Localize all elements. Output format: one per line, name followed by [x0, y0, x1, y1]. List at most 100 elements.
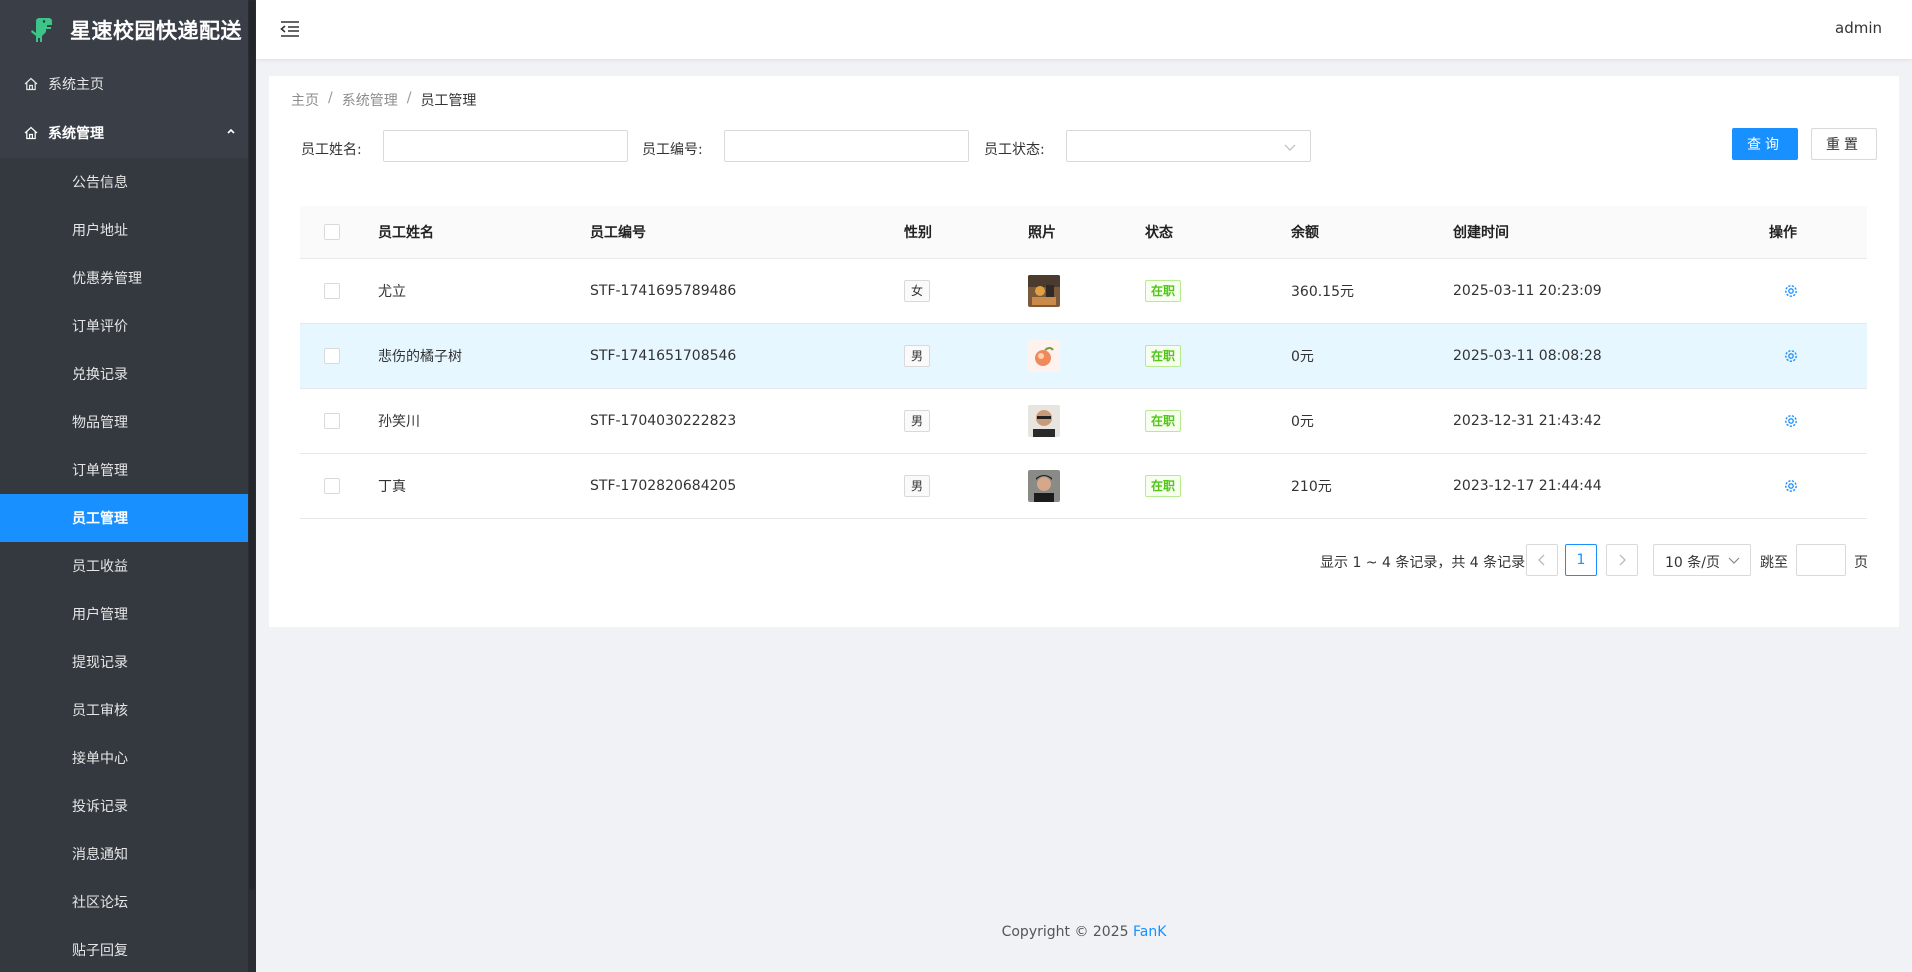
sidebar-item-label: 优惠券管理	[72, 271, 142, 287]
select-all-checkbox[interactable]	[324, 224, 340, 240]
sidebar-item-label: 用户管理	[72, 607, 128, 623]
next-page-button[interactable]	[1606, 544, 1638, 576]
sidebar: 星速校园快递配送 系统主页 系统管理 公告信息 用户地址 优惠券管理 订单评价 …	[0, 0, 256, 972]
pagination: 显示 1 ~ 4 条记录，共 4 条记录 1 10 条/页 跳至 页	[1050, 544, 1888, 576]
sidebar-item-order-center[interactable]: 接单中心	[0, 734, 248, 782]
sidebar-item-staff[interactable]: 员工管理	[0, 494, 248, 542]
home-icon	[24, 126, 38, 140]
table-row[interactable]: 尤立 STF-1741695789486 女 在职 360.15元 2025-0…	[300, 259, 1867, 324]
sidebar-item-label: 员工管理	[72, 511, 128, 527]
col-action: 操作	[1769, 225, 1797, 241]
created-time: 2023-12-17 21:44:44	[1453, 478, 1602, 494]
sidebar-item-withdraw[interactable]: 提现记录	[0, 638, 248, 686]
jump-label: 跳至	[1760, 555, 1788, 571]
query-button[interactable]: 查询	[1732, 128, 1798, 160]
staff-name: 孙笑川	[378, 414, 420, 430]
gear-icon[interactable]	[1783, 348, 1799, 364]
home-icon	[24, 77, 38, 91]
sidebar-item-notifications[interactable]: 消息通知	[0, 830, 248, 878]
search-form: 员工姓名: 员工编号: 员工状态:	[301, 130, 1881, 164]
row-checkbox[interactable]	[324, 283, 340, 299]
status-badge: 在职	[1145, 345, 1182, 367]
staff-photo[interactable]	[1028, 470, 1060, 502]
staff-name: 丁真	[378, 479, 406, 495]
sidebar-item-staff-income[interactable]: 员工收益	[0, 542, 248, 590]
sidebar-item-announcement[interactable]: 公告信息	[0, 158, 248, 206]
sidebar-item-complaints[interactable]: 投诉记录	[0, 782, 248, 830]
staff-code: STF-1704030222823	[590, 413, 737, 429]
prev-page-button[interactable]	[1526, 544, 1558, 576]
reset-button[interactable]: 重置	[1811, 128, 1877, 160]
staff-code-label: 员工编号:	[642, 142, 703, 158]
breadcrumb-separator: /	[406, 90, 412, 106]
row-checkbox[interactable]	[324, 348, 340, 364]
gender-tag: 男	[904, 475, 931, 497]
breadcrumb-home[interactable]: 主页	[291, 90, 319, 110]
status-badge: 在职	[1145, 280, 1182, 302]
sidebar-item-staff-review[interactable]: 员工审核	[0, 686, 248, 734]
sidebar-item-goods[interactable]: 物品管理	[0, 398, 248, 446]
gear-icon[interactable]	[1783, 413, 1799, 429]
breadcrumb-current: 员工管理	[420, 93, 477, 109]
table-row[interactable]: 悲伤的橘子树 STF-1741651708546 男 在职 0元 2025-03…	[300, 324, 1867, 389]
staff-code: STF-1741695789486	[590, 283, 737, 299]
staff-photo[interactable]	[1028, 340, 1060, 372]
sidebar-item-users[interactable]: 用户管理	[0, 590, 248, 638]
sidebar-item-label: 贴子回复	[72, 943, 128, 959]
sidebar-item-user-address[interactable]: 用户地址	[0, 206, 248, 254]
staff-code-input[interactable]	[724, 130, 969, 162]
staff-status-select[interactable]	[1066, 130, 1311, 162]
gender-tag: 男	[904, 410, 931, 432]
staff-photo[interactable]	[1028, 405, 1060, 437]
staff-name-input[interactable]	[383, 130, 628, 162]
chevron-left-icon	[1538, 554, 1545, 566]
chevron-up-icon	[227, 128, 235, 134]
sidebar-item-forum[interactable]: 社区论坛	[0, 878, 248, 926]
sidebar-item-post-replies[interactable]: 贴子回复	[0, 926, 248, 972]
menu-fold-icon[interactable]	[280, 20, 300, 38]
sidebar-item-orders[interactable]: 订单管理	[0, 446, 248, 494]
table-row[interactable]: 孙笑川 STF-1704030222823 男 在职 0元 2023-12-31…	[300, 389, 1867, 454]
col-photo: 照片	[1028, 225, 1056, 241]
footer: Copyright © 2025 FanK	[256, 924, 1912, 940]
sidebar-item-label: 兑换记录	[72, 367, 128, 383]
gear-icon[interactable]	[1783, 478, 1799, 494]
footer-brand-link[interactable]: FanK	[1133, 924, 1166, 940]
jump-page-input[interactable]	[1796, 544, 1846, 576]
chevron-down-icon	[1728, 557, 1740, 564]
breadcrumb-parent[interactable]: 系统管理	[342, 90, 398, 110]
page-size-select[interactable]: 10 条/页	[1653, 544, 1751, 576]
sidebar-group-system[interactable]: 系统管理	[0, 108, 256, 158]
sidebar-item-label: 用户地址	[72, 223, 128, 239]
current-user[interactable]: admin	[1835, 19, 1882, 37]
gender-tag: 女	[904, 280, 931, 302]
sidebar-item-order-review[interactable]: 订单评价	[0, 302, 248, 350]
gear-icon[interactable]	[1783, 283, 1799, 299]
row-checkbox[interactable]	[324, 413, 340, 429]
sidebar-scrollbar[interactable]	[248, 0, 256, 972]
sidebar-scroll-thumb[interactable]	[249, 0, 255, 890]
sidebar-item-label: 消息通知	[72, 847, 128, 863]
staff-photo[interactable]	[1028, 275, 1060, 307]
breadcrumb-separator: /	[328, 90, 333, 106]
row-checkbox[interactable]	[324, 478, 340, 494]
sidebar-item-label: 接单中心	[72, 751, 128, 767]
col-balance: 余额	[1291, 225, 1319, 241]
page-size-value: 10 条/页	[1665, 555, 1720, 571]
col-gender: 性别	[904, 225, 932, 241]
jump-suffix: 页	[1854, 555, 1868, 571]
sidebar-item-label: 提现记录	[72, 655, 128, 671]
sidebar-item-label: 员工审核	[72, 703, 128, 719]
breadcrumb: 主页 / 系统管理 / 员工管理	[291, 90, 476, 110]
page-number[interactable]: 1	[1565, 544, 1597, 576]
table-row[interactable]: 丁真 STF-1702820684205 男 在职 210元 2023-12-1…	[300, 454, 1867, 519]
table-header: 员工姓名 员工编号 性别 照片 状态 余额 创建时间 操作	[300, 206, 1867, 259]
created-time: 2025-03-11 08:08:28	[1453, 348, 1602, 364]
top-header: admin	[256, 0, 1912, 59]
status-badge: 在职	[1145, 410, 1182, 432]
sidebar-item-exchange-record[interactable]: 兑换记录	[0, 350, 248, 398]
staff-code: STF-1702820684205	[590, 478, 737, 494]
sidebar-item-coupon[interactable]: 优惠券管理	[0, 254, 248, 302]
sidebar-item-home[interactable]: 系统主页	[0, 60, 256, 108]
app-logo[interactable]: 星速校园快递配送	[0, 0, 256, 60]
